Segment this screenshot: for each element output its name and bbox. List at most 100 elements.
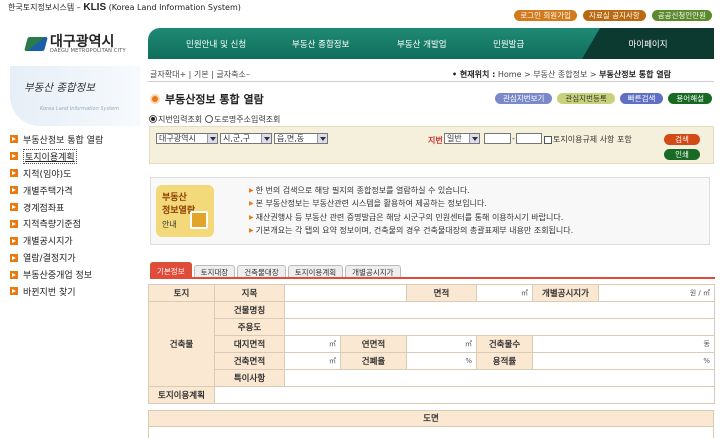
drawing-area [148,427,714,438]
landuse-checkbox-label: 토지이용규제 사항 포함 [553,135,632,144]
sidebar-item-label: 지적(임야)도 [23,169,72,180]
breadcrumb-path: Home > 부동산 종합정보 > [497,70,597,79]
district-select-value: 시,군,구 [223,134,251,143]
sub-lot-input[interactable] [516,133,542,144]
basic-info-table: 토지 지목 면적 ㎡ 개별공시지가 원 / ㎡ 건축물 건물명칭 주용도 대지면… [148,284,715,404]
add-favorite-button[interactable]: 관심지번등록 [557,93,615,104]
header-site-area: 대지면적 [214,335,285,353]
gongsi-value: 원 / ㎡ [598,284,715,302]
sidebar-item-label: 토지이용계획 [23,148,77,164]
badge-line3: 안내 [162,220,177,229]
arrow-bullet-icon [10,186,18,195]
sidebar-subtitle: Korea Land Information System [40,106,119,112]
radio-road[interactable]: 도로명주소입력조회 [205,114,280,125]
chevron-down-icon [469,134,479,143]
daegu-logo-icon [26,35,46,53]
sidebar-item-cadastral-map[interactable]: 지적(임야)도 [10,165,145,182]
quick-search-button[interactable]: 빠른검색 [619,93,664,104]
bcr-value: % [406,352,477,370]
building-count-value: 동 [532,335,715,353]
nav-realestate-info[interactable]: 부동산 종합정보 [292,38,349,50]
logo-subtitle: DAEGU METROPOLITAN CITY [50,48,126,54]
sidebar-item-landuse[interactable]: 토지이용계획 [10,148,145,165]
arrow-bullet-icon [10,135,18,144]
radio-unchecked-icon [205,115,214,123]
table-row: 주용도 [149,318,715,336]
sidebar-item-broker[interactable]: 부동산중개업 정보 [10,266,145,283]
glossary-button[interactable]: 용어해설 [668,93,712,104]
print-button[interactable]: 인쇄 [664,149,700,160]
library-link[interactable]: 자료실 공지사항 [583,10,646,21]
landuse-value [214,386,715,404]
info-line: 한 번의 검색으로 해당 필지의 종합정보를 열람하실 수 있습니다. [249,185,573,198]
page-actions: 관심지번보기 관심지번등록 빠른검색 용어해설 [494,93,712,104]
radio-jibun[interactable]: 지번입력조회 [149,114,202,125]
search-button[interactable]: 검색 [664,134,700,145]
jimok-value [284,284,407,302]
landuse-checkbox[interactable]: 토지이용규제 사항 포함 [544,134,632,145]
sidebar-item-integrated[interactable]: 부동산정보 통합 열람 [10,131,145,148]
divider [148,81,714,82]
page-title-text: 부동산정보 통합 열람 [165,93,264,106]
district-select[interactable]: 시,군,구 [220,133,272,144]
table-row: 건축물 건물명칭 [148,301,715,387]
header-area: 면적 [406,284,477,302]
header-gongsi: 개별공시지가 [532,284,599,302]
sidebar-item-label: 개별공시지가 [23,237,73,248]
header-bcr: 건폐율 [340,352,407,370]
radio-checked-icon [149,115,157,123]
city-select-value: 대구광역시 [159,134,196,143]
breadcrumb-label: • 현재위치 : [452,70,496,79]
view-favorites-button[interactable]: 관심지번보기 [494,93,553,104]
login-link[interactable]: 로그인 회원가입 [514,10,577,21]
arrow-bullet-icon [10,253,18,262]
drawing-header: 도면 [148,410,714,427]
town-select[interactable]: 읍,면,동 [274,133,328,144]
system-name-en-full: (Korea Land Information System) [108,3,241,12]
arrow-bullet-icon [10,169,18,178]
sidebar-item-boundary-coords[interactable]: 경계점좌표 [10,199,145,216]
chevron-down-icon [207,134,217,143]
city-select[interactable]: 대구광역시 [156,133,218,144]
nav-development[interactable]: 부동산 개발업 [397,38,447,50]
public-applicant-link[interactable]: 공공신청인안원 [651,10,712,21]
main-lot-input[interactable] [484,133,511,144]
table-row: 특이사항 [149,369,715,387]
search-box: 대구광역시 시,군,구 읍,면,동 지번 일반 - 토지이용규제 사항 포함 검… [149,126,714,164]
system-name-en: KLIS [83,2,107,13]
sidebar-item-label: 지적측량기준점 [23,220,81,231]
sidebar-item-label: 부동산중개업 정보 [23,271,93,282]
sidebar-item-changed-lot[interactable]: 바뀐지번 찾기 [10,283,145,300]
logo-title: 대구광역시 [50,33,115,49]
nav-mypage-label: 마이페이지 [628,39,668,50]
sidebar-item-label: 경계점좌표 [23,203,65,214]
font-size-control[interactable]: 글자확대+ | 기본 | 글자축소– [150,69,250,80]
table-row: 토지이용계획 [148,386,715,404]
nav-issuance[interactable]: 민원발급 [493,38,524,50]
arrow-bullet-icon [10,236,18,245]
sidebar-item-label: 개별주택가격 [23,186,73,197]
badge-line1: 부동산 [162,193,187,203]
breadcrumb-current: 부동산정보 통합 열람 [599,70,671,79]
city-logo[interactable]: 대구광역시 DAEGU METROPOLITAN CITY [26,34,126,54]
sidebar-item-label: 부동산정보 통합 열람 [23,135,104,146]
info-line: 재산권행사 등 부동산 관련 증명발급은 해당 시군구의 민원센터를 통해 이용… [249,212,573,225]
nav-mypage[interactable]: 마이페이지 [582,28,714,59]
sidebar-item-survey-points[interactable]: 지적측량기준점 [10,215,145,232]
sidebar-item-view-price[interactable]: 열람/결정지가 [10,249,145,266]
title-bullet-icon [150,94,160,104]
header-landuse: 토지이용계획 [148,386,215,404]
area-value: ㎡ [476,284,533,302]
sidebar-item-land-price[interactable]: 개별공시지가 [10,232,145,249]
header-building-name: 건물명칭 [214,301,285,319]
jibun-type-select[interactable]: 일반 [444,133,480,144]
sidebar-item-housing-price[interactable]: 개별주택가격 [10,182,145,199]
jibun-label: 지번 [428,136,443,145]
dash-separator: - [512,134,515,143]
nav-civil-service[interactable]: 민원안내 및 신청 [186,38,246,50]
arrow-bullet-icon [10,203,18,211]
header-floor-area: 연면적 [340,335,407,353]
search-mode: 지번입력조회 도로명주소입력조회 [149,114,280,125]
arrow-bullet-icon [10,270,18,279]
table-row: 토지 지목 면적 ㎡ 개별공시지가 원 / ㎡ [148,284,715,302]
